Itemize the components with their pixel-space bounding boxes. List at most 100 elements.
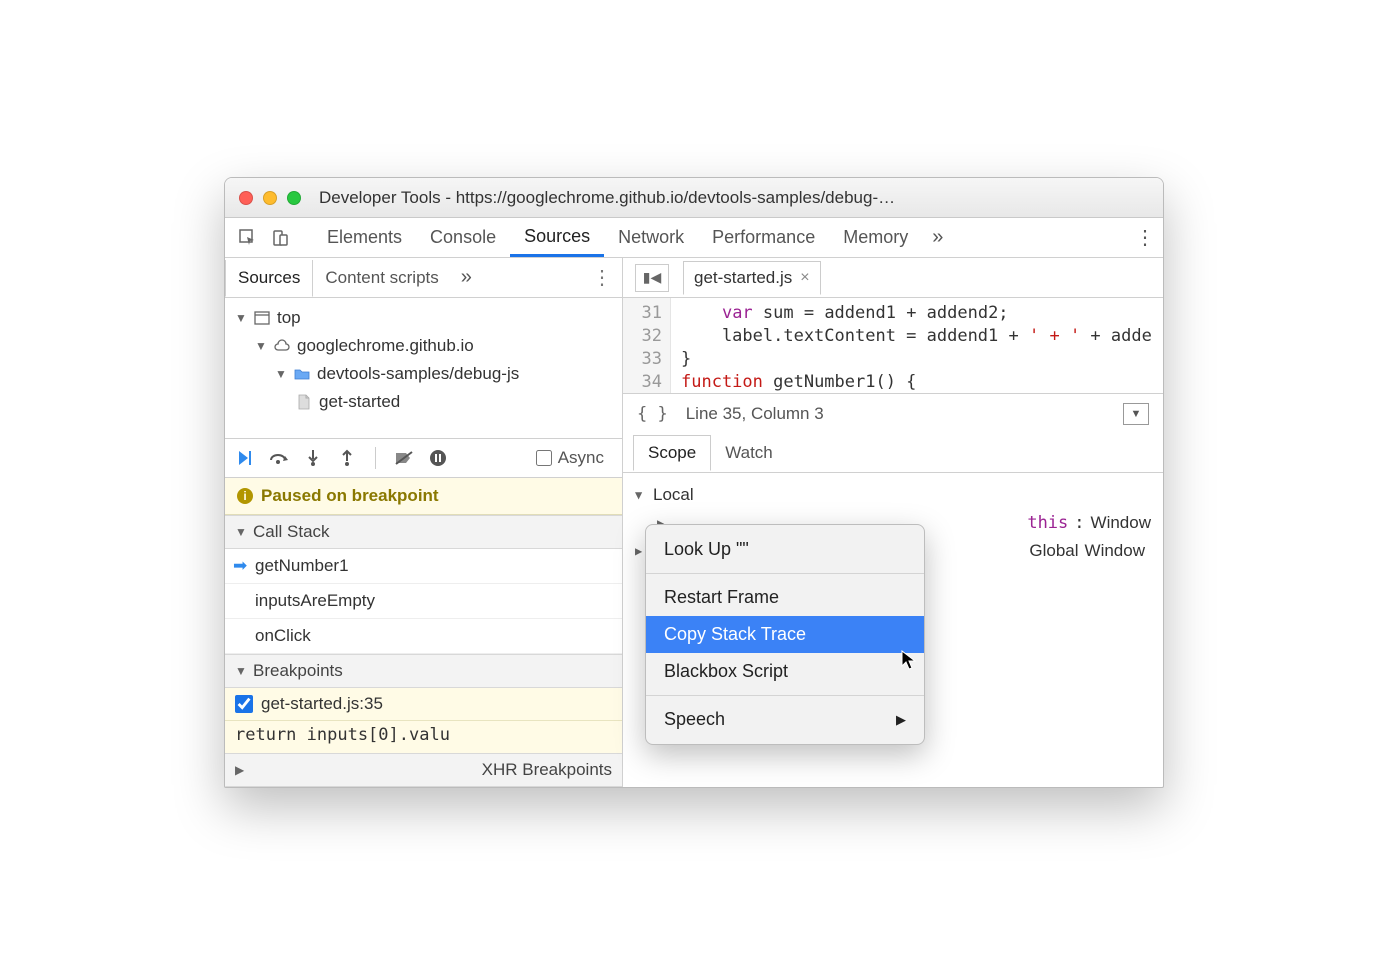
scope-local-label: Local <box>653 481 694 509</box>
tab-scope[interactable]: Scope <box>633 435 711 471</box>
submenu-arrow-icon: ▶ <box>896 712 906 728</box>
file-tree: top googlechrome.github.io devtools-samp… <box>225 298 622 438</box>
tree-domain[interactable]: googlechrome.github.io <box>225 332 622 360</box>
stack-frame-1[interactable]: inputsAreEmpty <box>225 584 622 619</box>
traffic-lights <box>239 191 301 205</box>
scope-local[interactable]: Local <box>635 481 1151 509</box>
file-icon <box>295 393 313 411</box>
window-title: Developer Tools - https://googlechrome.g… <box>311 188 1149 208</box>
subtab-content-scripts[interactable]: Content scripts <box>313 260 450 296</box>
menu-speech[interactable]: Speech ▶ <box>646 701 924 738</box>
scope-global-value: Window <box>1085 537 1151 565</box>
errors-dropdown-icon[interactable]: ▼ <box>1123 403 1149 425</box>
cloud-icon <box>273 337 291 355</box>
breakpoint-code: return inputs[0].valu <box>225 721 622 753</box>
devtools-window: Developer Tools - https://googlechrome.g… <box>224 177 1164 788</box>
async-checkbox-input[interactable] <box>536 450 552 466</box>
context-menu: Look Up "" Restart Frame Copy Stack Trac… <box>645 524 925 745</box>
navigator-tabs: Sources Content scripts » ⋮ <box>225 258 622 298</box>
chevron-down-icon <box>255 339 267 353</box>
stack-frame-0[interactable]: getNumber1 <box>225 549 622 584</box>
scope-global-label: Global <box>1029 537 1078 565</box>
tab-elements[interactable]: Elements <box>313 218 416 257</box>
step-over-icon[interactable] <box>269 448 289 468</box>
main-toolbar: Elements Console Sources Network Perform… <box>225 218 1163 258</box>
folder-icon <box>293 365 311 383</box>
pause-on-exceptions-icon[interactable] <box>428 448 448 468</box>
tab-sources[interactable]: Sources <box>510 218 604 257</box>
tab-performance[interactable]: Performance <box>698 218 829 257</box>
tree-folder-label: devtools-samples/debug-js <box>317 364 519 384</box>
inspect-icon[interactable] <box>235 229 261 247</box>
menu-lookup[interactable]: Look Up "" <box>646 531 924 568</box>
stack-frame-2[interactable]: onClick <box>225 619 622 654</box>
menu-copy-stack-trace[interactable]: Copy Stack Trace <box>646 616 924 653</box>
scope-tabs: Scope Watch <box>623 433 1163 473</box>
tree-file[interactable]: get-started <box>225 388 622 416</box>
breakpoints-header-label: Breakpoints <box>253 661 343 681</box>
call-stack-header[interactable]: Call Stack <box>225 515 622 549</box>
deactivate-breakpoints-icon[interactable] <box>394 448 414 468</box>
tree-top-label: top <box>277 308 301 328</box>
async-checkbox[interactable]: Async <box>536 448 604 468</box>
editor-tab-label: get-started.js <box>694 268 792 288</box>
close-tab-icon[interactable]: × <box>800 269 809 287</box>
titlebar: Developer Tools - https://googlechrome.g… <box>225 178 1163 218</box>
settings-kebab-icon[interactable]: ⋮ <box>1135 225 1153 250</box>
minimize-icon[interactable] <box>263 191 277 205</box>
menu-restart-frame[interactable]: Restart Frame <box>646 579 924 616</box>
chevron-down-icon <box>275 367 287 381</box>
chevron-down-icon <box>635 481 647 509</box>
tree-top[interactable]: top <box>225 304 622 332</box>
chevron-down-icon <box>235 311 247 325</box>
tree-file-label: get-started <box>319 392 400 412</box>
stack-frame-label: onClick <box>255 626 311 646</box>
step-out-icon[interactable] <box>337 448 357 468</box>
editor-tab[interactable]: get-started.js × <box>683 261 821 295</box>
tab-network[interactable]: Network <box>604 218 698 257</box>
navigator-toggle-icon[interactable]: ▮◀ <box>635 264 669 292</box>
tab-console[interactable]: Console <box>416 218 510 257</box>
stack-frame-label: getNumber1 <box>255 556 349 576</box>
xhr-breakpoints-label: XHR Breakpoints <box>482 760 612 780</box>
scope-this-key: this <box>1027 509 1068 537</box>
breakpoint-checkbox[interactable] <box>235 695 253 713</box>
debugger-toolbar: Async <box>225 438 622 478</box>
stack-frame-label: inputsAreEmpty <box>255 591 375 611</box>
resume-icon[interactable] <box>235 448 255 468</box>
tab-watch[interactable]: Watch <box>711 436 787 470</box>
editor-tabs: ▮◀ get-started.js × <box>623 258 1163 298</box>
frame-icon <box>253 309 271 327</box>
navigator-kebab-icon[interactable]: ⋮ <box>582 265 622 290</box>
tree-folder[interactable]: devtools-samples/debug-js <box>225 360 622 388</box>
more-tabs-icon[interactable]: » <box>922 226 953 249</box>
xhr-breakpoints-header[interactable]: XHR Breakpoints <box>225 753 622 787</box>
menu-speech-label: Speech <box>664 709 725 730</box>
cursor-position: Line 35, Column 3 <box>686 404 824 424</box>
left-panel: Sources Content scripts » ⋮ top <box>225 258 623 787</box>
tab-memory[interactable]: Memory <box>829 218 922 257</box>
subtabs-more-icon[interactable]: » <box>451 266 482 289</box>
tree-domain-label: googlechrome.github.io <box>297 336 474 356</box>
breakpoint-label: get-started.js:35 <box>261 694 383 714</box>
subtab-sources[interactable]: Sources <box>225 260 313 297</box>
chevron-down-icon <box>235 525 247 539</box>
menu-blackbox-script[interactable]: Blackbox Script <box>646 653 924 690</box>
step-into-icon[interactable] <box>303 448 323 468</box>
paused-text: Paused on breakpoint <box>261 486 439 506</box>
close-icon[interactable] <box>239 191 253 205</box>
breakpoint-item[interactable]: get-started.js:35 <box>225 688 622 721</box>
scope-this-value: Window <box>1091 509 1151 537</box>
pretty-print-icon[interactable]: { } <box>637 404 668 424</box>
info-icon: i <box>237 488 253 504</box>
device-toggle-icon[interactable] <box>267 229 293 247</box>
mouse-cursor-icon <box>901 650 919 672</box>
paused-banner: i Paused on breakpoint <box>225 478 622 515</box>
chevron-down-icon <box>235 664 247 678</box>
zoom-icon[interactable] <box>287 191 301 205</box>
async-label: Async <box>558 448 604 468</box>
breakpoints-header[interactable]: Breakpoints <box>225 654 622 688</box>
code-content: var sum = addend1 + addend2; label.textC… <box>671 298 1162 393</box>
editor-statusbar: { } Line 35, Column 3 ▼ <box>623 393 1163 433</box>
code-editor[interactable]: 31 32 33 34 var sum = addend1 + addend2;… <box>623 298 1163 393</box>
